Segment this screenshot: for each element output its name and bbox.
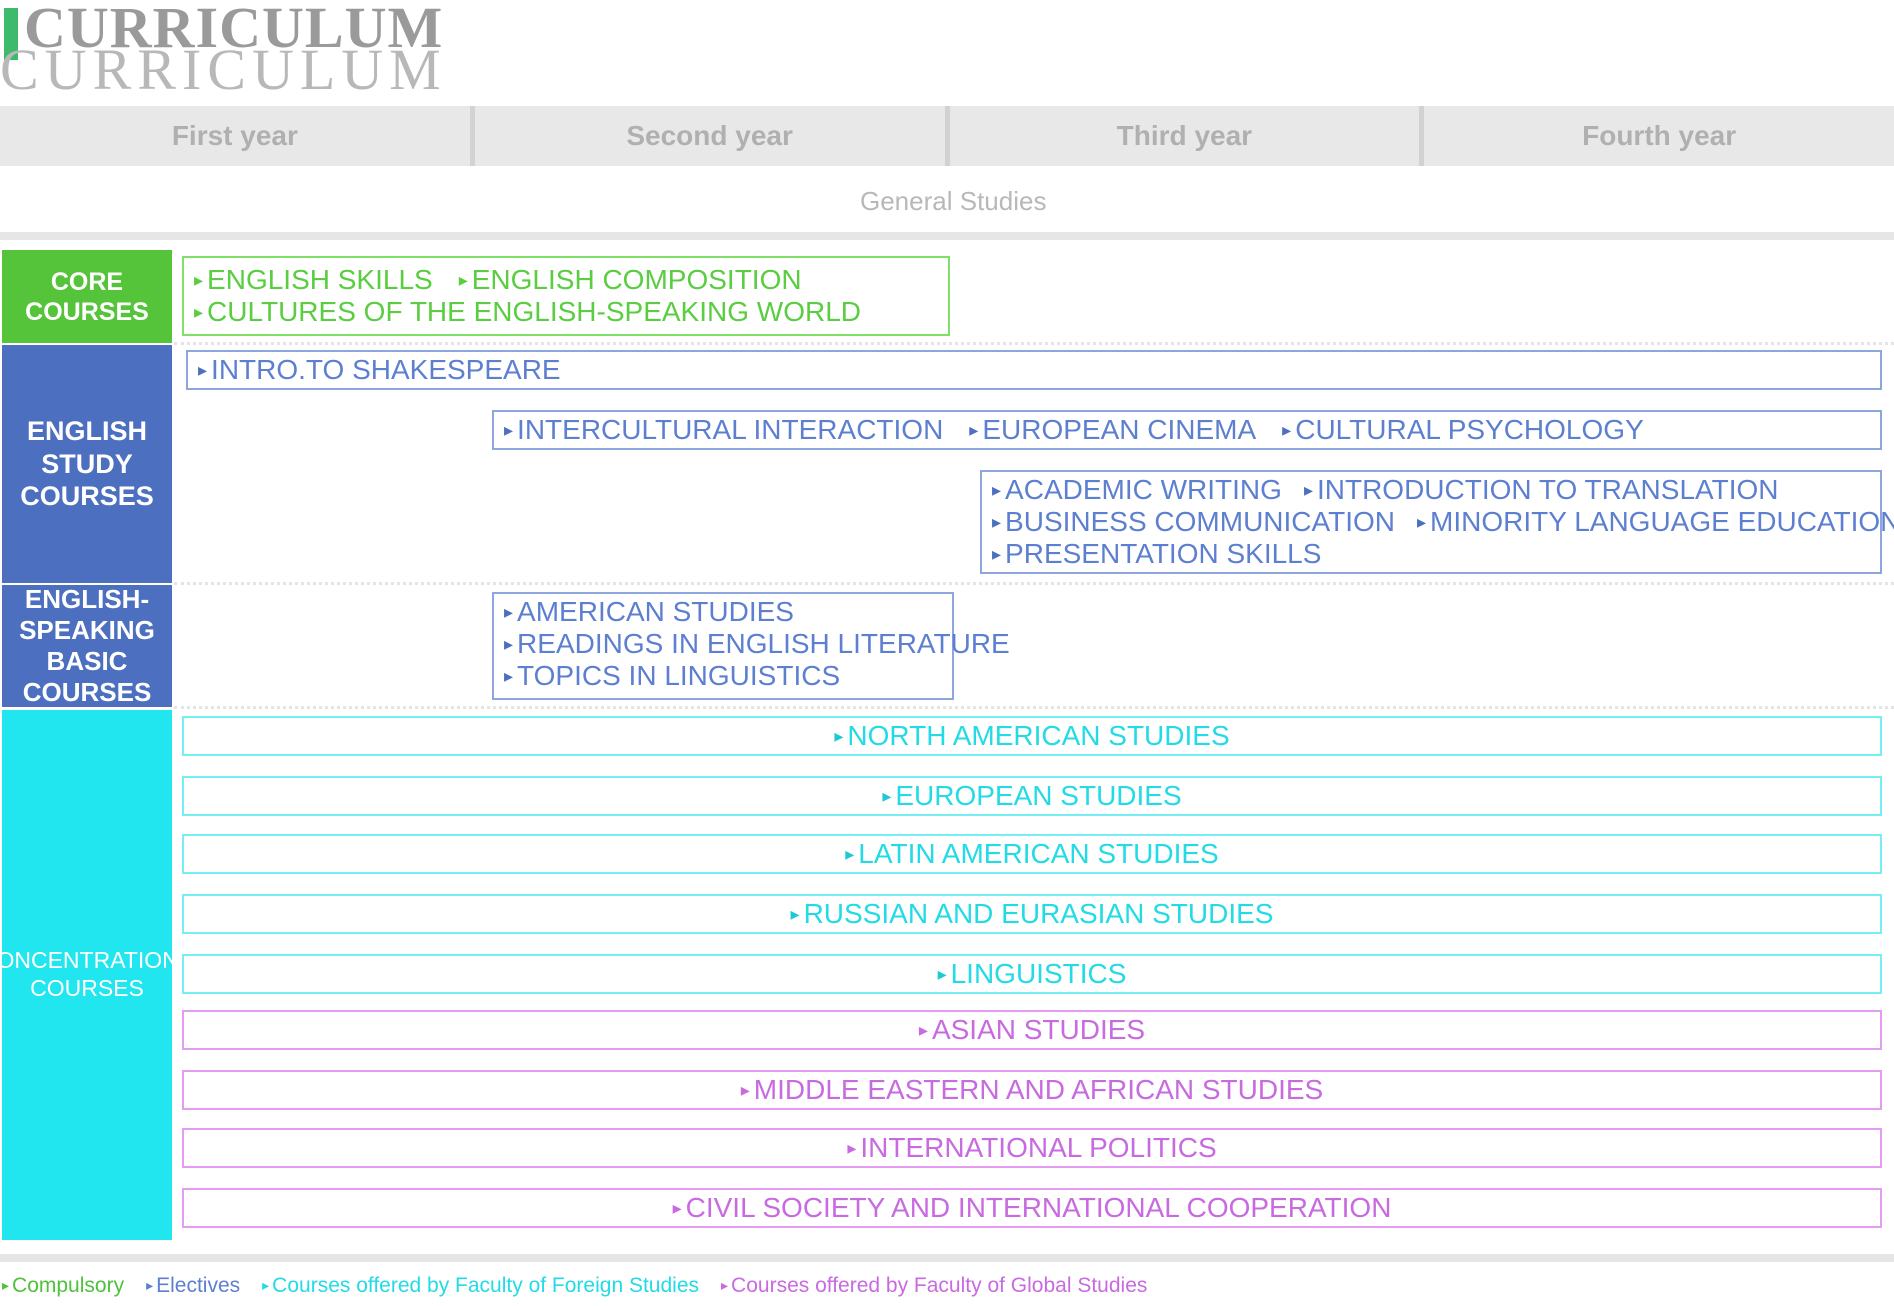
english-study-box-second-year: INTERCULTURAL INTERACTION EUROPEAN CINEM… <box>492 410 1882 450</box>
course-item[interactable]: CIVIL SOCIETY AND INTERNATIONAL COOPERAT… <box>673 1192 1392 1224</box>
page-title: CURRICULUM CURRICULUM <box>0 0 460 102</box>
course-item[interactable]: PRESENTATION SKILLS <box>992 538 1321 570</box>
concentration-box: NORTH AMERICAN STUDIES <box>182 716 1882 756</box>
course-item[interactable]: INTRO.TO SHAKESPEARE <box>198 354 561 385</box>
legend: Compulsory Electives Courses offered by … <box>2 1274 1147 1298</box>
category-english-study-courses: ENGLISH STUDY COURSES <box>2 345 172 583</box>
concentration-box: RUSSIAN AND EURASIAN STUDIES <box>182 894 1882 934</box>
concentration-box: LINGUISTICS <box>182 954 1882 994</box>
course-item[interactable]: RUSSIAN AND EURASIAN STUDIES <box>791 898 1274 930</box>
course-item[interactable]: LATIN AMERICAN STUDIES <box>845 838 1218 870</box>
title-text-shadow: CURRICULUM <box>0 37 447 102</box>
year-fourth: Fourth year <box>1582 120 1737 151</box>
basic-courses-box: AMERICAN STUDIES READINGS IN ENGLISH LIT… <box>492 592 1010 700</box>
course-item[interactable]: ENGLISH SKILLS <box>194 264 433 296</box>
general-studies-label: General Studies <box>860 186 1047 216</box>
year-first: First year <box>0 106 475 166</box>
category-label: ENGLISH- SPEAKING BASIC COURSES <box>19 583 155 708</box>
course-item[interactable]: ENGLISH COMPOSITION <box>459 264 802 296</box>
course-item[interactable]: TOPICS IN LINGUISTICS <box>504 660 942 692</box>
row-separator <box>174 582 1894 585</box>
course-item[interactable]: AMERICAN STUDIES <box>504 596 942 628</box>
core-courses-box: ENGLISH SKILLS ENGLISH COMPOSITION CULTU… <box>182 256 950 336</box>
concentration-box: MIDDLE EASTERN AND AFRICAN STUDIES <box>182 1070 1882 1110</box>
english-study-box-full: INTRO.TO SHAKESPEARE <box>186 350 1882 390</box>
course-item[interactable]: LINGUISTICS <box>938 958 1127 990</box>
year-header: First year Second year Third year Fourth… <box>0 106 1894 166</box>
course-item[interactable]: INTRODUCTION TO TRANSLATION <box>1304 474 1779 506</box>
concentration-box: ASIAN STUDIES <box>182 1010 1882 1050</box>
legend-divider <box>0 1254 1894 1262</box>
course-item[interactable]: BUSINESS COMMUNICATION <box>992 506 1395 538</box>
category-concentrations-courses: CONCENTRATIONS COURSES <box>0 710 194 1240</box>
course-item[interactable]: MIDDLE EASTERN AND AFRICAN STUDIES <box>741 1074 1323 1106</box>
course-item[interactable]: NORTH AMERICAN STUDIES <box>834 720 1229 752</box>
course-item[interactable]: READINGS IN ENGLISH LITERATURE <box>504 628 1010 660</box>
divider <box>0 232 1894 240</box>
category-english-speaking-basic-courses: ENGLISH- SPEAKING BASIC COURSES <box>2 583 172 708</box>
concentration-box: INTERNATIONAL POLITICS <box>182 1128 1882 1168</box>
course-item[interactable]: ACADEMIC WRITING <box>992 474 1282 506</box>
course-item[interactable]: MINORITY LANGUAGE EDUCATION <box>1417 506 1894 538</box>
course-item[interactable]: EUROPEAN STUDIES <box>882 780 1181 812</box>
legend-electives: Electives <box>146 1274 240 1298</box>
course-item[interactable]: INTERCULTURAL INTERACTION <box>504 414 943 446</box>
legend-global-studies: Courses offered by Faculty of Global Stu… <box>721 1274 1147 1298</box>
english-study-box-third-year: ACADEMIC WRITING INTRODUCTION TO TRANSLA… <box>980 470 1894 574</box>
course-item[interactable]: CULTURES OF THE ENGLISH-SPEAKING WORLD <box>194 296 861 328</box>
legend-compulsory: Compulsory <box>2 1274 124 1298</box>
category-label: ENGLISH STUDY COURSES <box>20 416 154 512</box>
category-core-courses: CORE COURSES <box>2 250 172 343</box>
row-separator <box>174 706 1894 709</box>
concentration-box: CIVIL SOCIETY AND INTERNATIONAL COOPERAT… <box>182 1188 1882 1228</box>
row-separator <box>174 342 1894 345</box>
course-item[interactable]: INTERNATIONAL POLITICS <box>847 1132 1216 1164</box>
concentration-box: LATIN AMERICAN STUDIES <box>182 834 1882 874</box>
category-label: CONCENTRATIONS COURSES <box>0 947 195 1001</box>
legend-foreign-studies: Courses offered by Faculty of Foreign St… <box>262 1274 699 1298</box>
category-label: CORE COURSES <box>25 267 149 326</box>
year-second: Second year <box>475 106 950 166</box>
course-item[interactable]: CULTURAL PSYCHOLOGY <box>1282 414 1644 446</box>
year-third: Third year <box>950 106 1425 166</box>
course-item[interactable]: ASIAN STUDIES <box>919 1014 1145 1046</box>
concentration-box: EUROPEAN STUDIES <box>182 776 1882 816</box>
course-item[interactable]: EUROPEAN CINEMA <box>969 414 1256 446</box>
